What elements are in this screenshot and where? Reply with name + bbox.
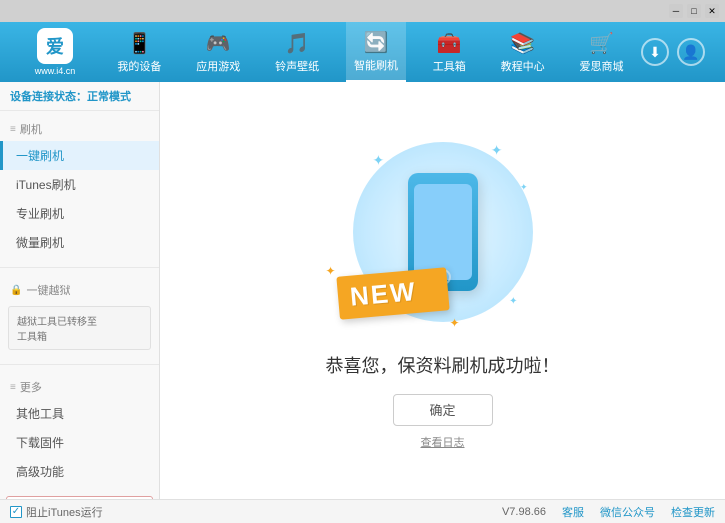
section-title-more: ≡ 更多: [0, 375, 159, 399]
phone-screen: [414, 184, 472, 280]
itunes-label: 阻止iTunes运行: [26, 504, 103, 520]
section-icon-flash: ≡: [10, 124, 16, 135]
nav-label-apps-games: 应用游戏: [196, 58, 240, 74]
version-label: V7.98.66: [502, 506, 546, 518]
ringtone-icon: 🎵: [285, 31, 310, 56]
wechat-link[interactable]: 微信公众号: [600, 504, 655, 520]
flash-icon: 🔄: [364, 30, 389, 55]
tutorial-icon: 📚: [510, 31, 535, 56]
checkbox-area: ✓ 自动激活 ✓ 跳过向导: [6, 496, 153, 499]
nav-item-my-device[interactable]: 📱 我的设备: [109, 22, 169, 82]
divider-2: [0, 364, 159, 365]
logo-icon: 爱: [37, 28, 73, 64]
sidebar-item-pro-flash[interactable]: 专业刷机: [0, 199, 159, 228]
sparkle-2: ✦: [491, 142, 503, 159]
section-title-jailbreak: 🔒 一键越狱: [0, 278, 159, 302]
new-badge-container: NEW ✦ ✦: [338, 272, 448, 322]
divider-1: [0, 267, 159, 268]
device-icon: 📱: [127, 31, 152, 56]
success-illustration: ✦ ✦ ✦ ✦ ✦ NEW ✦ ✦: [343, 132, 543, 332]
nav-label-toolbox: 工具箱: [433, 58, 466, 74]
new-text: NEW: [348, 275, 417, 311]
connection-status: 设备连接状态：正常模式: [0, 82, 159, 111]
store-icon: 🛒: [589, 31, 614, 56]
star-right: ✦: [449, 316, 459, 330]
header-right: ⬇ 👤: [641, 38, 715, 66]
download-button[interactable]: ⬇: [641, 38, 669, 66]
user-button[interactable]: 👤: [677, 38, 705, 66]
footer-right: V7.98.66 客服 微信公众号 检查更新: [502, 504, 715, 520]
footer-left: ✓ 阻止iTunes运行: [10, 504, 103, 520]
log-link[interactable]: 查看日志: [421, 434, 465, 450]
toolbox-icon: 🧰: [437, 31, 462, 56]
status-label: 设备连接状态：: [10, 91, 87, 103]
sparkle-4: ✦: [509, 296, 517, 307]
sidebar-item-one-click-flash[interactable]: 一键刷机: [0, 141, 159, 170]
main-area: 设备连接状态：正常模式 ≡ 刷机 一键刷机 iTunes刷机 专业刷机 微量刷机…: [0, 82, 725, 499]
sidebar-item-other-tools[interactable]: 其他工具: [0, 399, 159, 428]
content-area: ✦ ✦ ✦ ✦ ✦ NEW ✦ ✦ 恭喜您，保资料刷机成功啦！ 确定: [160, 82, 725, 499]
customer-service-link[interactable]: 客服: [562, 504, 584, 520]
new-ribbon: NEW: [336, 267, 449, 319]
itunes-cb-box: ✓: [10, 506, 22, 518]
titlebar: ─ □ ✕: [0, 0, 725, 22]
nav-item-ringtone[interactable]: 🎵 铃声壁纸: [267, 22, 327, 82]
itunes-checkbox[interactable]: ✓ 阻止iTunes运行: [10, 504, 103, 520]
nav-item-store[interactable]: 🛒 爱思商城: [571, 22, 631, 82]
apps-icon: 🎮: [206, 31, 231, 56]
sidebar-section-flash: ≡ 刷机 一键刷机 iTunes刷机 专业刷机 微量刷机: [0, 111, 159, 263]
section-icon-more: ≡: [10, 382, 16, 393]
nav-label-smart-flash: 智能刷机: [354, 57, 398, 73]
status-value: 正常模式: [87, 91, 131, 103]
confirm-button[interactable]: 确定: [393, 394, 493, 426]
sidebar-section-more: ≡ 更多 其他工具 下载固件 高级功能: [0, 369, 159, 492]
header: 爱 www.i4.cn 📱 我的设备 🎮 应用游戏 🎵 铃声壁纸 🔄 智能刷机 …: [0, 22, 725, 82]
nav-label-ringtone: 铃声壁纸: [275, 58, 319, 74]
success-message: 恭喜您，保资料刷机成功啦！: [326, 352, 560, 378]
check-update-link[interactable]: 检查更新: [671, 504, 715, 520]
nav-label-store: 爱思商城: [579, 58, 623, 74]
nav-item-toolbox[interactable]: 🧰 工具箱: [425, 22, 474, 82]
sidebar-section-jailbreak: 🔒 一键越狱 越狱工具已转移至工具箱: [0, 272, 159, 360]
section-title-flash: ≡ 刷机: [0, 117, 159, 141]
jailbreak-notice: 越狱工具已转移至工具箱: [8, 306, 151, 350]
minimize-button[interactable]: ─: [669, 4, 683, 18]
sidebar-item-itunes-flash[interactable]: iTunes刷机: [0, 170, 159, 199]
close-button[interactable]: ✕: [705, 4, 719, 18]
sparkle-1: ✦: [373, 152, 385, 169]
sidebar-item-brush-flash[interactable]: 微量刷机: [0, 228, 159, 257]
logo-text: www.i4.cn: [35, 66, 76, 76]
nav-item-apps-games[interactable]: 🎮 应用游戏: [188, 22, 248, 82]
sidebar-item-advanced[interactable]: 高级功能: [0, 457, 159, 486]
maximize-button[interactable]: □: [687, 4, 701, 18]
footer: ✓ 阻止iTunes运行 V7.98.66 客服 微信公众号 检查更新: [0, 499, 725, 523]
logo: 爱 www.i4.cn: [10, 28, 100, 76]
sidebar: 设备连接状态：正常模式 ≡ 刷机 一键刷机 iTunes刷机 专业刷机 微量刷机…: [0, 82, 160, 499]
nav-item-smart-flash[interactable]: 🔄 智能刷机: [346, 22, 406, 82]
nav-bar: 📱 我的设备 🎮 应用游戏 🎵 铃声壁纸 🔄 智能刷机 🧰 工具箱 📚 教程中心…: [100, 22, 641, 82]
lock-icon: 🔒: [10, 285, 22, 296]
nav-item-tutorial[interactable]: 📚 教程中心: [493, 22, 553, 82]
sidebar-item-download-fw[interactable]: 下载固件: [0, 428, 159, 457]
nav-label-tutorial: 教程中心: [501, 58, 545, 74]
sparkle-5: ✦: [520, 182, 528, 193]
nav-label-my-device: 我的设备: [117, 58, 161, 74]
star-left: ✦: [326, 264, 336, 278]
